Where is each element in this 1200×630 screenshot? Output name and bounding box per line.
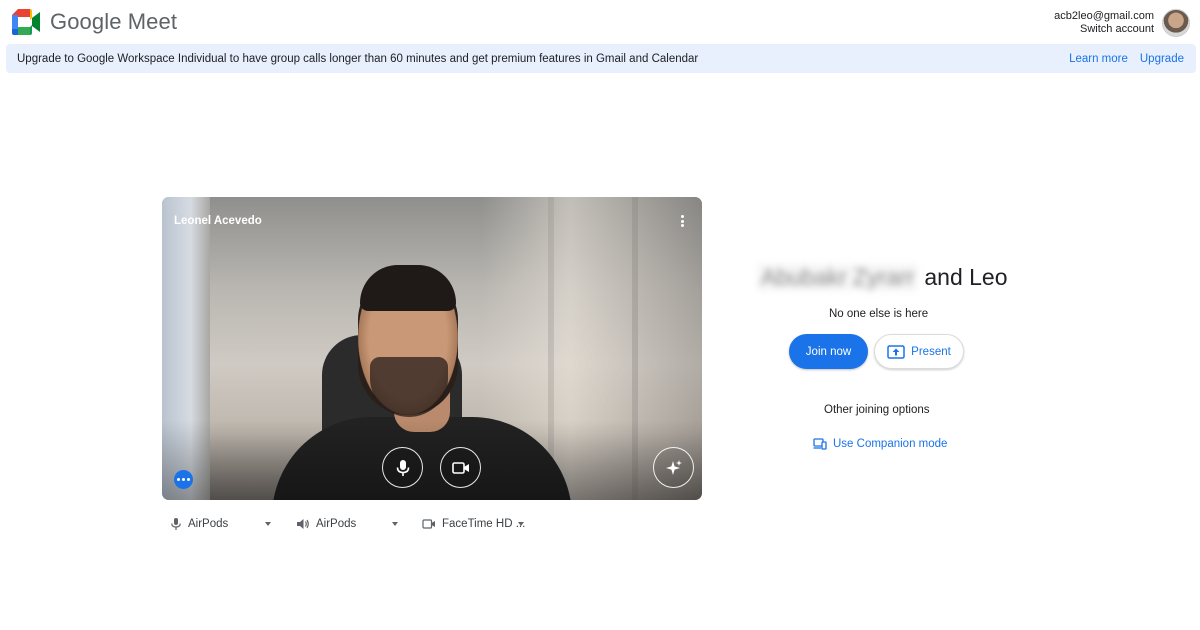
meeting-title: Abubakr Zyrarr and Leo — [757, 262, 1008, 292]
learn-more-link[interactable]: Learn more — [1069, 53, 1128, 65]
person-hair — [360, 265, 456, 311]
visual-effects-button[interactable] — [653, 447, 694, 488]
mic-icon — [171, 518, 181, 530]
microphone-selector[interactable]: AirPods — [170, 513, 280, 535]
volume-icon — [297, 519, 309, 529]
upgrade-banner: Upgrade to Google Workspace Individual t… — [6, 44, 1196, 73]
meeting-title-suffix: and Leo — [924, 263, 1008, 290]
banner-text: Upgrade to Google Workspace Individual t… — [17, 52, 699, 65]
join-now-button[interactable]: Join now — [789, 334, 868, 369]
present-button[interactable]: Present — [874, 334, 964, 369]
companion-mode-link[interactable]: Use Companion mode — [813, 436, 947, 452]
microphone-selected: AirPods — [188, 518, 229, 530]
companion-devices-icon — [813, 438, 827, 450]
blurred-participant-name: Abubakr Zyrarr — [757, 263, 919, 291]
account-email: acb2leo@gmail.com — [1054, 10, 1154, 22]
more-horiz-icon[interactable] — [174, 470, 193, 489]
speaker-selected: AirPods — [316, 518, 357, 530]
present-to-all-icon — [887, 344, 905, 359]
chevron-down-icon — [392, 522, 398, 526]
mic-icon — [396, 459, 409, 476]
app-logo[interactable]: Google Meet — [12, 9, 177, 35]
chevron-down-icon — [265, 522, 271, 526]
participant-name: Leonel Acevedo — [174, 215, 262, 227]
present-label: Present — [911, 345, 951, 358]
more-vert-icon[interactable] — [676, 213, 688, 229]
camera-selected: FaceTime HD ... — [442, 518, 526, 530]
participants-status: No one else is here — [829, 308, 929, 320]
meet-prejoin-page: Google Meet acb2leo@gmail.com Switch acc… — [0, 0, 1200, 630]
mic-toggle-button[interactable] — [382, 447, 423, 488]
google-meet-logo-icon — [12, 9, 40, 35]
app-title: Google Meet — [50, 9, 178, 34]
camera-toggle-button[interactable] — [440, 447, 481, 488]
camera-selector[interactable]: FaceTime HD ... — [422, 513, 532, 535]
videocam-icon — [422, 519, 435, 529]
videocam-icon — [451, 461, 469, 474]
banner-actions: Learn more Upgrade — [1069, 44, 1184, 73]
account-info[interactable]: acb2leo@gmail.com Switch account — [1054, 10, 1154, 36]
video-bottom-shade — [162, 420, 702, 500]
upgrade-link[interactable]: Upgrade — [1140, 53, 1184, 65]
self-view-preview: Leonel Acevedo — [162, 197, 702, 500]
sparkle-effects-icon — [665, 459, 682, 475]
chevron-down-icon — [518, 522, 524, 526]
speaker-selector[interactable]: AirPods — [296, 513, 406, 535]
avatar[interactable] — [1162, 9, 1190, 37]
other-joining-options-heading: Other joining options — [824, 404, 930, 416]
top-header: Google Meet acb2leo@gmail.com Switch acc… — [0, 0, 1200, 44]
companion-mode-label: Use Companion mode — [833, 438, 948, 450]
switch-account-link[interactable]: Switch account — [1054, 23, 1154, 36]
